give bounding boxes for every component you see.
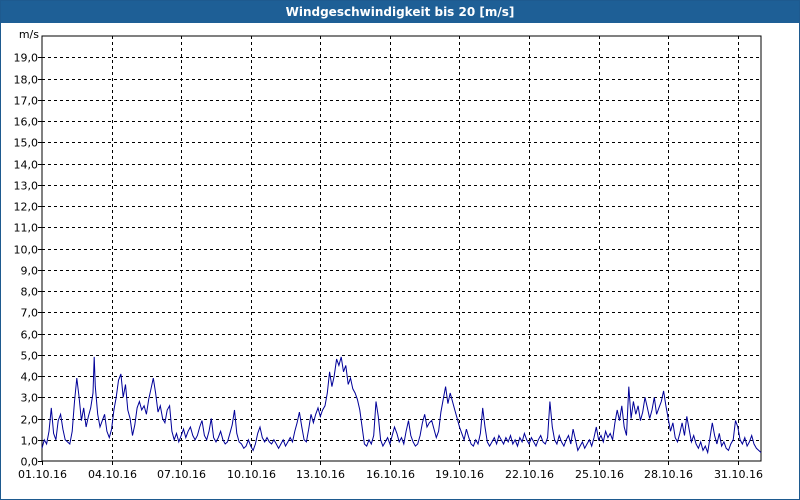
series-line <box>41 356 762 455</box>
y-tick-label: 3,0 <box>21 392 39 405</box>
y-tick-label: 1,0 <box>21 435 39 448</box>
plot-frame <box>41 35 762 462</box>
y-tick-label: 8,0 <box>21 286 39 299</box>
y-tick-label: 6,0 <box>21 329 39 342</box>
y-tick-label: 0,0 <box>21 456 39 469</box>
y-tick-label: 11,0 <box>14 222 39 235</box>
window-title: Windgeschwindigkeit bis 20 [m/s] <box>1 1 799 23</box>
x-tick-label: 16.10.16 <box>366 468 415 481</box>
x-tick-label: 22.10.16 <box>505 468 554 481</box>
chart-grid <box>41 35 762 462</box>
y-tick-label: 14,0 <box>14 159 39 172</box>
y-tick-label: 9,0 <box>21 265 39 278</box>
chart-window: Windgeschwindigkeit bis 20 [m/s] 0,0 1,0 2… <box>0 0 800 500</box>
x-tick-label: 31.10.16 <box>714 468 763 481</box>
y-tick-label: 15,0 <box>14 137 39 150</box>
x-axis-ticks: 01.10.16 04.10.16 07.10.16 10.10.16 13.10.16… <box>18 461 763 481</box>
y-tick-label: 12,0 <box>14 201 39 214</box>
x-tick-label: 28.10.16 <box>644 468 693 481</box>
x-tick-label: 07.10.16 <box>157 468 206 481</box>
y-axis-ticks: 0,0 1,0 2,0 3,0 4,0 5,0 6,0 7,0 8,0 9,0 10,0 11,0 12… <box>14 52 42 469</box>
x-tick-label: 01.10.16 <box>18 468 67 481</box>
x-tick-label: 04.10.16 <box>88 468 137 481</box>
y-tick-label: 13,0 <box>14 180 39 193</box>
y-axis-label: m/s <box>19 28 39 41</box>
y-tick-label: 10,0 <box>14 244 39 257</box>
y-tick-label: 7,0 <box>21 307 39 320</box>
x-tick-label: 25.10.16 <box>575 468 624 481</box>
y-tick-label: 5,0 <box>21 350 39 363</box>
x-tick-label: 19.10.16 <box>435 468 484 481</box>
y-tick-label: 4,0 <box>21 371 39 384</box>
y-tick-label: 2,0 <box>21 414 39 427</box>
y-tick-label: 18,0 <box>14 74 39 87</box>
x-tick-label: 13.10.16 <box>296 468 345 481</box>
x-tick-label: 10.10.16 <box>227 468 276 481</box>
y-tick-label: 16,0 <box>14 116 39 129</box>
plot-area <box>41 356 762 455</box>
wind-speed-chart: 0,0 1,0 2,0 3,0 4,0 5,0 6,0 7,0 8,0 9,0 10,0 11,0 12… <box>14 28 763 481</box>
y-tick-label: 17,0 <box>14 95 39 108</box>
y-tick-label: 19,0 <box>14 52 39 65</box>
